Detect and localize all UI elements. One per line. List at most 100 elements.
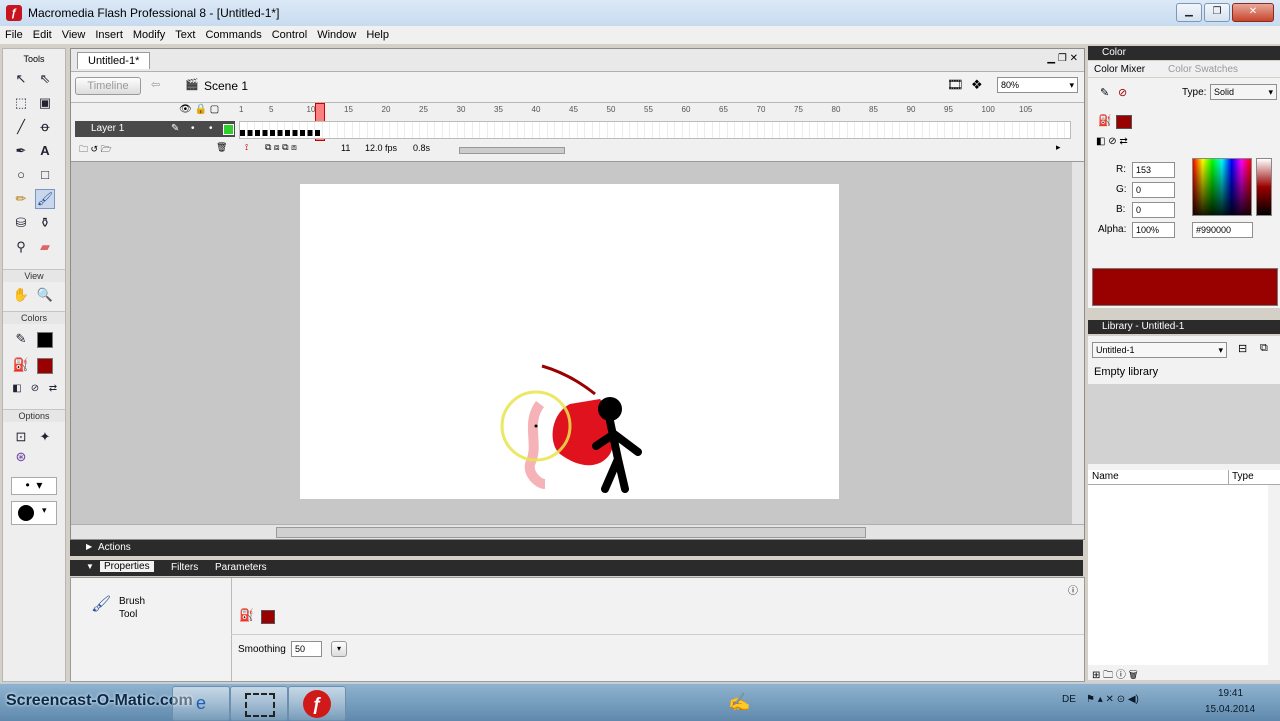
color-spectrum-picker[interactable] [1192,158,1252,216]
b-input[interactable]: 0 [1132,202,1175,218]
r-input[interactable]: 153 [1132,162,1175,178]
stroke-color-swatch[interactable] [37,332,53,348]
no-stroke-icon[interactable]: ⊘ [1118,86,1127,99]
tab-untitled[interactable]: Untitled-1* [77,52,151,69]
oval-tool-icon[interactable]: ○ [11,165,31,185]
menu-window[interactable]: Window [312,29,361,41]
stage-vscrollbar[interactable] [1072,162,1084,524]
pen-tool-icon[interactable]: ✒ [11,141,31,161]
edit-symbols-icon[interactable]: ❖ [971,77,983,93]
menu-view[interactable]: View [57,29,91,41]
swatch-buttons-icon[interactable]: ◧ ⊘ ⇄ [1096,136,1128,147]
col-name[interactable]: Name [1092,471,1119,482]
tab-color-mixer[interactable]: Color Mixer [1094,64,1145,75]
taskbar-flash-button[interactable]: ƒ [288,686,346,721]
paint-bucket-tool-icon[interactable]: ⚱ [35,213,55,233]
collapse-arrow-icon[interactable]: ▼ [86,562,94,571]
eyedropper-tool-icon[interactable]: ⚲ [11,237,31,257]
line-tool-icon[interactable]: ╱ [11,117,31,137]
edit-scene-icon[interactable]: 🎞 [947,77,964,93]
help-icon[interactable]: ⓘ [1068,582,1078,597]
menu-modify[interactable]: Modify [128,29,170,41]
free-transform-tool-icon[interactable]: ⬚ [11,93,31,113]
tray-icons[interactable]: ⚑ ▴ ✕ ⊙ ◀) [1086,694,1139,705]
library-document-select[interactable]: Untitled-1 ▾ [1092,342,1227,358]
tab-filters[interactable]: Filters [171,562,198,573]
taskbar-ie-button[interactable]: e [172,686,230,721]
tab-parameters[interactable]: Parameters [215,562,267,573]
col-type[interactable]: Type [1232,471,1254,482]
fill-color-swatch[interactable] [37,358,53,374]
menu-file[interactable]: File [0,29,28,41]
brush-size-select[interactable]: • ▾ [11,477,57,495]
pencil-tool-icon[interactable]: ✏ [11,189,31,209]
actions-panel-header[interactable]: ▶ Actions [70,540,1083,556]
pen-tablet-icon[interactable]: ✍ [728,692,750,713]
new-library-icon[interactable]: ⧉ [1260,342,1268,355]
library-panel-header[interactable]: Library - Untitled-1 [1088,320,1280,334]
tab-properties[interactable]: Properties [100,561,154,572]
pin-library-icon[interactable]: ⊟ [1238,342,1247,355]
g-input[interactable]: 0 [1132,182,1175,198]
zoom-select[interactable]: 80% ▾ [997,77,1078,93]
color-panel-header[interactable]: Color [1088,46,1280,60]
brightness-slider[interactable] [1256,158,1272,216]
layer-row[interactable]: Layer 1 ✎ • • [71,121,1084,139]
zoom-tool-icon[interactable]: 🔍 [35,285,55,305]
minimize-button[interactable]: ▁ [1176,3,1202,22]
black-white-icon[interactable]: ◧ [7,379,27,399]
onion-skin-icons[interactable]: ⧉ ⧈ ⧉ ⧇ [265,142,297,153]
close-button[interactable]: ✕ [1232,3,1274,22]
brush-options-icon[interactable]: ⊛ [11,447,31,467]
menu-help[interactable]: Help [361,29,394,41]
stroke-color-icon[interactable]: ✎ [11,329,31,349]
back-arrow-icon[interactable]: ⇦ [151,78,160,91]
menu-commands[interactable]: Commands [200,29,266,41]
lock-fill-icon[interactable]: ⊡ [11,427,31,447]
menu-text[interactable]: Text [170,29,200,41]
frame-cells[interactable] [239,121,1071,139]
brush-shape-select[interactable]: ▾ [11,501,57,525]
hex-input[interactable]: #990000 [1192,222,1253,238]
library-list[interactable] [1088,485,1268,665]
eraser-tool-icon[interactable]: ▰ [35,237,55,257]
smoothing-input[interactable]: 50 [291,641,322,657]
subselection-tool-icon[interactable]: ⇖ [35,69,55,89]
stroke-color-icon[interactable]: ✎ [1100,86,1109,99]
trash-icon[interactable]: 🗑 [216,142,227,153]
scroll-right-icon[interactable]: ▸ [1056,142,1061,153]
smoothing-dropdown[interactable]: ▾ [331,641,347,657]
rectangle-tool-icon[interactable]: □ [35,165,55,185]
doc-window-controls[interactable]: ▁ ❐ ✕ [1047,53,1078,64]
taskbar-capture-button[interactable] [230,686,288,721]
type-select[interactable]: Solid ▾ [1210,84,1277,100]
add-layer-icons[interactable]: 🗀 ↺ 🗁 [79,142,112,158]
restore-button[interactable]: ❐ [1204,3,1230,22]
timeline-hscrollbar[interactable] [459,147,565,154]
stage-hscrollbar[interactable] [71,524,1084,539]
stage[interactable] [300,184,839,499]
text-tool-icon[interactable]: A [35,141,55,161]
brush-mode-icon[interactable]: ✦ [35,427,55,447]
fill-transform-tool-icon[interactable]: ▣ [35,93,55,113]
alpha-input[interactable]: 100% [1132,222,1175,238]
tab-color-swatches[interactable]: Color Swatches [1168,64,1238,75]
menu-edit[interactable]: Edit [28,29,57,41]
layer-name-cell[interactable]: Layer 1 ✎ • • [75,121,235,137]
brush-tool-icon[interactable]: 🖌 [35,189,55,209]
swap-colors-icon[interactable]: ⇄ [43,379,63,399]
lasso-tool-icon[interactable]: ꝋ [35,117,55,137]
center-frame-icon[interactable]: ⟟ [245,142,248,153]
fill-color-swatch[interactable] [261,610,275,624]
no-color-icon[interactable]: ⊘ [25,379,45,399]
fill-color-icon[interactable]: ⛽ [11,355,31,375]
fill-color-swatch[interactable] [1116,115,1132,129]
selection-tool-icon[interactable]: ↖ [11,69,31,89]
hscroll-thumb[interactable] [276,527,866,538]
hand-tool-icon[interactable]: ✋ [11,285,31,305]
fill-bucket-icon[interactable]: ⛽ [1098,114,1112,127]
ink-bottle-tool-icon[interactable]: ⛁ [11,213,31,233]
menu-control[interactable]: Control [267,29,312,41]
timeline-button[interactable]: Timeline [75,77,141,95]
menu-insert[interactable]: Insert [90,29,128,41]
